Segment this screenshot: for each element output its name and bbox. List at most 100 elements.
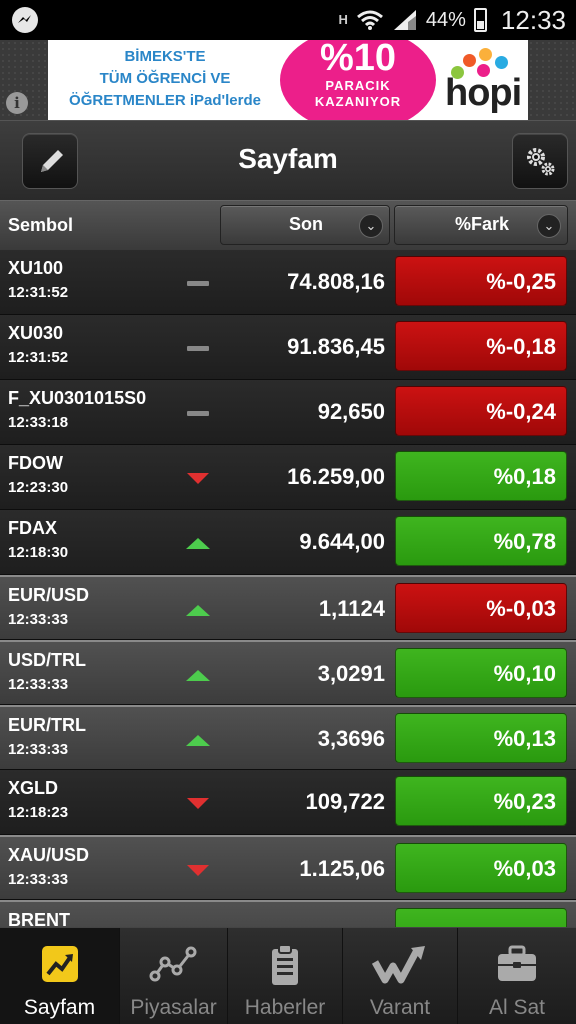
- row-change-badge: %0,10: [395, 648, 567, 698]
- ad-line-1: BİMEKS'TE: [124, 48, 206, 65]
- row-time: 12:33:18: [8, 414, 69, 431]
- trend-indicator: [186, 605, 210, 617]
- trend-indicator: [187, 865, 209, 877]
- bottom-nav: Sayfam Piyasalar Haberler Varant Al Sat: [0, 927, 576, 1024]
- ad-highlight-small-1: PARACIK: [325, 78, 391, 93]
- row-time: 12:31:52: [8, 284, 69, 301]
- row-time: 12:31:52: [8, 349, 69, 366]
- messenger-icon: [12, 7, 38, 33]
- row-symbol: BRENT: [8, 910, 70, 927]
- page-title: Sayfam: [238, 143, 338, 174]
- watchlist: XU100 12:31:52 74.808,16 %-0,25 XU030 12…: [0, 250, 576, 927]
- trend-indicator: [187, 473, 209, 485]
- flat-dash-icon: [187, 281, 209, 286]
- row-value: 3,0291: [317, 661, 385, 686]
- ad-bar: BİMEKS'TE TÜM ÖĞRENCİ VE ÖĞRETMENLER iPa…: [0, 40, 576, 120]
- ad-highlight-circle: %10 PARACIK KAZANIYOR: [280, 40, 436, 120]
- trend-indicator: [187, 408, 209, 420]
- up-arrow-icon: [186, 670, 210, 681]
- table-row[interactable]: FDAX 12:18:30 9.644,00 %0,78: [0, 510, 576, 575]
- table-row[interactable]: F_XU0301015S0 12:33:18 92,650 %-0,24: [0, 380, 576, 445]
- row-time: 12:33:33: [8, 676, 69, 693]
- row-change-badge: %0,18: [395, 451, 567, 501]
- ad-text: BİMEKS'TE TÜM ÖĞRENCİ VE ÖĞRETMENLER iPa…: [54, 46, 276, 112]
- nav-al-sat[interactable]: Al Sat: [458, 928, 576, 1024]
- table-row[interactable]: XU100 12:31:52 74.808,16 %-0,25: [0, 250, 576, 315]
- up-arrow-icon: [186, 735, 210, 746]
- nav-sayfam[interactable]: Sayfam: [0, 928, 120, 1024]
- hopi-logo-text: hopi: [445, 72, 522, 114]
- app-header: Sayfam: [0, 120, 576, 200]
- battery-percent: 44%: [425, 8, 466, 31]
- row-symbol: XGLD: [8, 778, 59, 798]
- row-change-badge: [395, 908, 567, 927]
- sort-last-button[interactable]: Son ⌄: [220, 205, 390, 245]
- nav-label: Sayfam: [23, 996, 96, 1019]
- row-time: 12:33:33: [8, 871, 69, 888]
- table-row[interactable]: XGLD 12:18:23 109,722 %0,23: [0, 770, 576, 835]
- row-symbol: EUR/TRL: [8, 715, 86, 735]
- row-value: 91.836,45: [287, 334, 385, 359]
- table-row[interactable]: XAU/USD 12:33:33 1.125,06 %0,03: [0, 835, 576, 900]
- ad-banner[interactable]: BİMEKS'TE TÜM ÖĞRENCİ VE ÖĞRETMENLER iPa…: [48, 40, 528, 120]
- table-row[interactable]: USD/TRL 12:33:33 3,0291 %0,10: [0, 640, 576, 705]
- row-value: 109,722: [305, 789, 385, 814]
- up-arrow-icon: [186, 605, 210, 616]
- trend-indicator: [187, 278, 209, 290]
- column-symbol-label: Sembol: [8, 215, 74, 235]
- table-row[interactable]: FDOW 12:23:30 16.259,00 %0,18: [0, 445, 576, 510]
- hopi-logo: hopi: [443, 46, 523, 116]
- row-symbol: XU030: [8, 323, 64, 343]
- row-change-badge: %0,23: [395, 776, 567, 826]
- row-time: 12:18:23: [8, 804, 69, 821]
- table-row[interactable]: EUR/USD 12:33:33 1,1124 %-0,03: [0, 575, 576, 640]
- row-value: 1,1124: [318, 596, 385, 621]
- column-last-label: Son: [289, 214, 323, 234]
- nav-label: Piyasalar: [130, 996, 217, 1019]
- down-arrow-icon: [187, 865, 209, 876]
- gears-icon: [527, 148, 555, 176]
- down-arrow-icon: [187, 473, 209, 484]
- row-time: 12:23:30: [8, 479, 69, 496]
- signal-icon: [393, 10, 416, 30]
- ad-highlight-big: %10: [319, 40, 397, 79]
- status-bar: H 44% 12:33: [0, 0, 576, 40]
- row-change-badge: %-0,25: [395, 256, 567, 306]
- nav-label: Haberler: [244, 996, 326, 1019]
- down-arrow-icon: [187, 798, 209, 809]
- table-row[interactable]: EUR/TRL 12:33:33 3,3696 %0,13: [0, 705, 576, 770]
- row-change-badge: %0,03: [395, 843, 567, 893]
- row-symbol: EUR/USD: [8, 585, 90, 605]
- news-clipboard-icon: [272, 944, 298, 985]
- varant-w-icon: [371, 946, 425, 984]
- row-change-badge: %-0,18: [395, 321, 567, 371]
- row-value: 3,3696: [317, 726, 385, 751]
- row-symbol: XAU/USD: [8, 845, 90, 865]
- row-value: 9.644,00: [299, 529, 385, 554]
- trend-indicator: [186, 538, 210, 550]
- row-value: 1.125,06: [299, 856, 385, 881]
- row-change-badge: %-0,03: [395, 583, 567, 633]
- chart-trend-icon: [41, 946, 78, 982]
- ad-line-3: ÖĞRETMENLER iPad'lerde: [69, 92, 261, 109]
- trend-indicator: [186, 670, 210, 682]
- ad-info-icon[interactable]: i: [6, 92, 28, 114]
- table-row[interactable]: XU030 12:31:52 91.836,45 %-0,18: [0, 315, 576, 380]
- column-header-bar: Sembol Son ⌄ %Fark ⌄: [0, 200, 576, 250]
- column-change-label: %Fark: [455, 214, 510, 234]
- table-row[interactable]: BRENT: [0, 900, 576, 927]
- nav-piyasalar[interactable]: Piyasalar: [120, 928, 228, 1024]
- row-symbol: USD/TRL: [8, 650, 86, 670]
- flat-dash-icon: [187, 346, 209, 351]
- nav-haberler[interactable]: Haberler: [228, 928, 343, 1024]
- sort-change-button[interactable]: %Fark ⌄: [394, 205, 568, 245]
- nav-label: Al Sat: [488, 996, 546, 1019]
- flat-dash-icon: [187, 411, 209, 416]
- row-value: 16.259,00: [287, 464, 385, 489]
- clock: 12:33: [500, 4, 566, 35]
- status-icons: H 44% 12:33: [339, 0, 567, 40]
- row-change-badge: %0,78: [395, 516, 567, 566]
- nav-varant[interactable]: Varant: [343, 928, 458, 1024]
- row-symbol: F_XU0301015S0: [8, 388, 147, 408]
- settings-button[interactable]: [512, 133, 568, 189]
